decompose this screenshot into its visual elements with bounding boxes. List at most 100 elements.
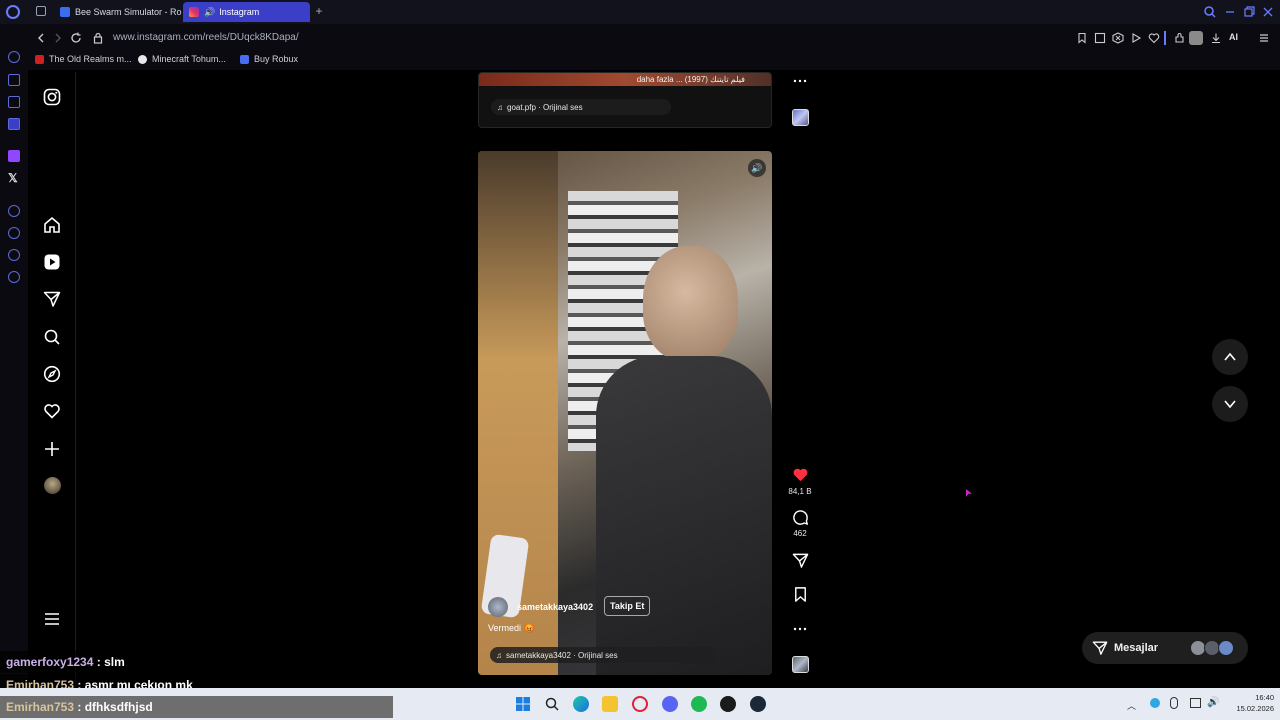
save-bookmark-icon[interactable] [792, 586, 809, 603]
more-menu-icon[interactable] [43, 610, 61, 628]
snapshot-icon[interactable] [1094, 32, 1106, 44]
restore-icon[interactable] [1242, 5, 1256, 19]
clock-date: 15.02.2026 [1236, 704, 1274, 713]
direct-messages-icon[interactable] [43, 290, 61, 308]
download-icon[interactable] [1210, 32, 1222, 44]
search-tabs-icon[interactable] [1203, 5, 1217, 19]
comment-count: 462 [793, 529, 807, 538]
pinboard-icon[interactable] [8, 249, 20, 261]
roblox-favicon-icon [240, 54, 249, 64]
previous-reel-button[interactable] [1212, 339, 1248, 375]
speaker-icon[interactable]: 🔊 [204, 7, 215, 18]
current-reel-audio[interactable]: ♫ sametakkaya3402 · Orijinal ses [490, 647, 716, 663]
profile-avatar[interactable] [1189, 31, 1203, 45]
tab-islands-icon[interactable] [36, 6, 46, 16]
taskbar-search-icon[interactable] [544, 696, 560, 712]
player-icon[interactable] [1130, 32, 1142, 44]
like-count: 84,1 B [788, 487, 812, 496]
file-explorer-icon[interactable] [602, 696, 618, 712]
bookmark-buy-robux[interactable]: Buy Robux [240, 54, 298, 64]
settings-gear-icon[interactable] [8, 271, 20, 283]
url-field[interactable]: www.instagram.com/reels/DUqck8KDapa/ [113, 32, 299, 43]
previous-audio-thumbnail[interactable] [792, 109, 809, 126]
opera-taskbar-icon[interactable] [632, 696, 648, 712]
mouse-cursor [966, 489, 972, 497]
close-window-icon[interactable] [1261, 5, 1275, 19]
follow-button[interactable]: Takip Et [604, 596, 651, 616]
lock-icon[interactable] [93, 32, 103, 44]
messenger-icon[interactable] [8, 96, 20, 108]
gmail-sidebar-icon[interactable] [8, 118, 20, 130]
discord-icon[interactable] [662, 696, 678, 712]
player-sidebar-icon[interactable] [8, 205, 20, 217]
previous-reel[interactable]: daha fazla ... (1997) فيلم تايتنك ♫ goat… [478, 72, 772, 128]
crypto-wallet-icon[interactable] [8, 74, 20, 86]
more-options-icon[interactable] [793, 78, 807, 84]
chat-username: gamerfoxy1234 [6, 655, 94, 669]
messages-button[interactable]: Mesajlar [1082, 632, 1248, 664]
instagram-logo-icon[interactable] [43, 88, 61, 106]
profile-avatar[interactable] [44, 477, 61, 494]
pin-favicon-icon [138, 54, 147, 64]
tray-app-icon[interactable] [1150, 698, 1160, 708]
edge-icon[interactable] [573, 696, 589, 712]
tray-chevron-up-icon[interactable]: ︿ [1127, 699, 1136, 712]
opera-logo-icon[interactable] [6, 5, 20, 19]
steam-icon[interactable] [750, 696, 766, 712]
notifications-heart-icon[interactable] [43, 402, 61, 420]
bookmark-minecraft[interactable]: Minecraft Tohum... [138, 54, 226, 64]
explore-icon[interactable] [43, 365, 61, 383]
bookmark-label: The Old Realms m... [49, 54, 132, 64]
network-icon[interactable] [1190, 698, 1201, 708]
spotify-icon[interactable] [691, 696, 707, 712]
chat-text: dfhksdfhjsd [84, 700, 153, 714]
current-audio-thumbnail[interactable] [792, 656, 809, 673]
creator-username[interactable]: sametakkaya3402 [517, 602, 593, 612]
tab-label: Instagram [219, 7, 260, 17]
aria-sidebar-icon[interactable] [8, 51, 20, 63]
back-icon[interactable] [35, 32, 47, 44]
bookmark-label: Minecraft Tohum... [152, 54, 226, 64]
history-icon[interactable] [8, 227, 20, 239]
reels-icon[interactable] [43, 253, 61, 271]
bookmark-old-realms[interactable]: The Old Realms m... [35, 54, 132, 64]
microphone-icon[interactable] [1170, 697, 1178, 709]
search-icon[interactable] [43, 328, 61, 346]
current-reel[interactable]: 🔊 sametakkaya3402 Takip Et Vermedi 😡 ♫ s… [478, 151, 772, 675]
reload-icon[interactable] [70, 32, 82, 44]
obs-icon[interactable] [720, 696, 736, 712]
aria-ai-button[interactable]: AI [1229, 32, 1238, 42]
comment-icon[interactable] [792, 509, 809, 526]
windows-start-icon[interactable] [515, 696, 531, 712]
chat-text: slm [104, 655, 125, 669]
create-plus-icon[interactable] [43, 440, 61, 458]
extensions-icon[interactable] [1174, 32, 1186, 44]
next-reel-button[interactable] [1212, 386, 1248, 422]
creator-avatar[interactable] [488, 597, 508, 617]
share-icon[interactable] [792, 552, 809, 569]
favorites-heart-icon[interactable] [1148, 32, 1160, 44]
new-tab-button[interactable]: + [312, 4, 326, 18]
twitch-icon[interactable] [8, 150, 20, 162]
like-heart-icon[interactable] [792, 466, 809, 483]
previous-reel-audio[interactable]: ♫ goat.pfp · Orijinal ses [491, 99, 671, 115]
home-icon[interactable] [43, 216, 61, 234]
youtube-favicon-icon [35, 54, 44, 64]
tab-bee-swarm[interactable]: Bee Swarm Simulator - Ro [54, 2, 182, 22]
taskbar-clock[interactable]: 16:40 15.02.2026 [1222, 692, 1274, 714]
messages-label: Mesajlar [1114, 642, 1159, 654]
volume-icon[interactable]: 🔊 [1207, 697, 1219, 708]
chevron-up-icon [1224, 352, 1236, 361]
minimize-icon[interactable] [1223, 5, 1237, 19]
reel-caption: Vermedi 😡 [488, 623, 535, 633]
adblock-icon[interactable] [1112, 32, 1124, 44]
menu-icon[interactable] [1258, 32, 1270, 44]
more-options-icon[interactable] [793, 626, 807, 632]
previous-reel-caption: daha fazla ... (1997) فيلم تايتنك [636, 75, 745, 84]
audio-toggle-icon[interactable]: 🔊 [748, 159, 766, 177]
bookmark-page-icon[interactable] [1076, 32, 1088, 44]
direct-messages-icon [1092, 641, 1108, 655]
x-twitter-icon[interactable]: 𝕏 [8, 171, 18, 185]
forward-icon[interactable] [52, 32, 64, 44]
tab-instagram[interactable]: 🔊 Instagram [183, 2, 310, 22]
